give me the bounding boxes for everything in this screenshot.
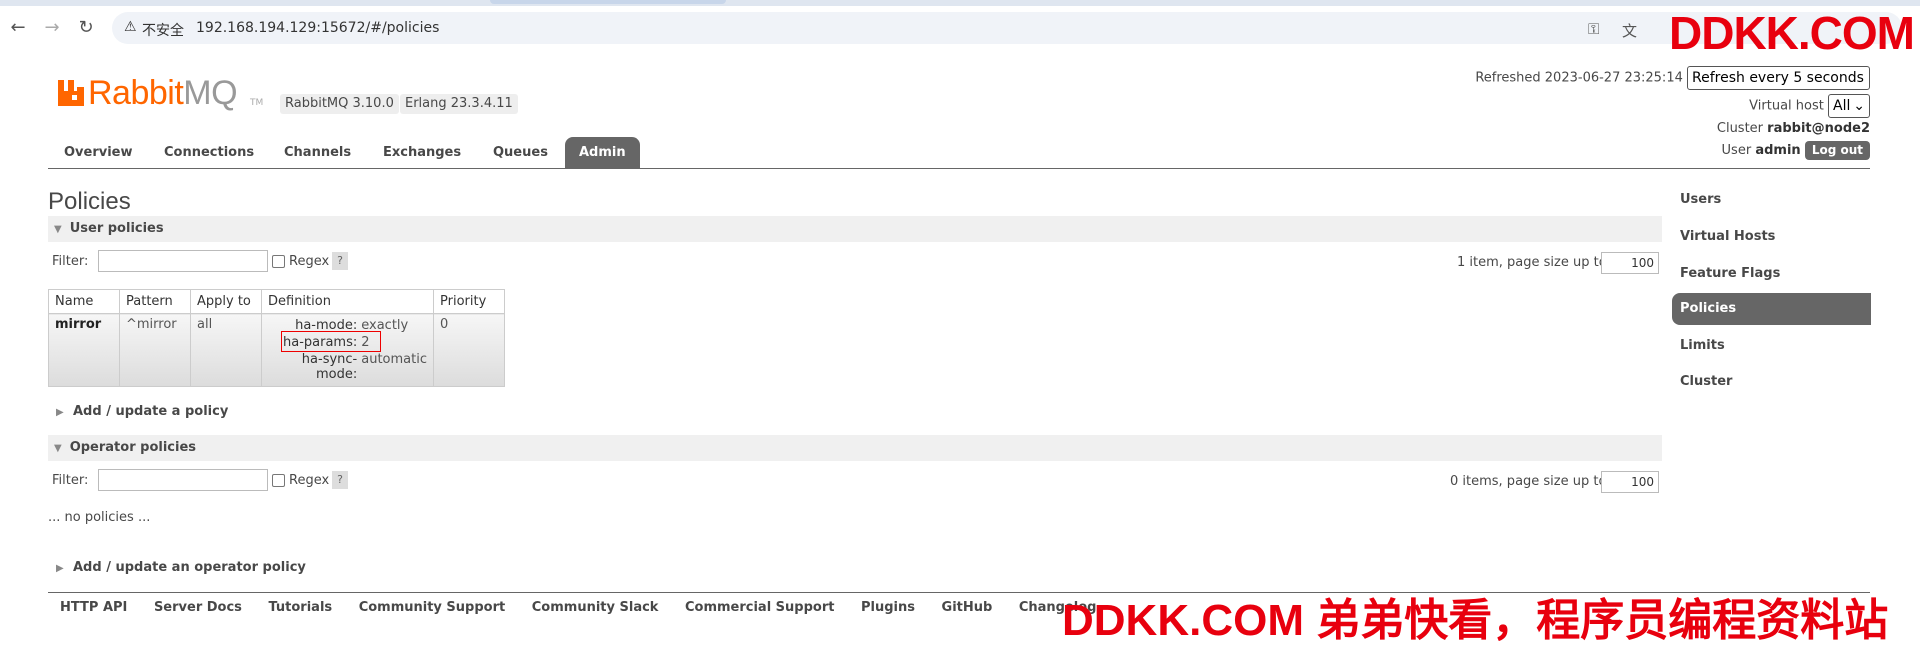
- tab-connections[interactable]: Connections: [150, 137, 268, 169]
- column-header[interactable]: Definition: [261, 289, 434, 314]
- browser-active-tab[interactable]: [490, 0, 726, 4]
- sidebar-item-virtual-hosts[interactable]: Virtual Hosts: [1672, 221, 1871, 253]
- footer-link-community-slack[interactable]: Community Slack: [532, 600, 659, 615]
- footer-link-community-support[interactable]: Community Support: [359, 600, 506, 615]
- regex-checkbox[interactable]: [272, 255, 285, 268]
- page-size-input[interactable]: 100: [1601, 471, 1659, 493]
- policy-apply-to: all: [190, 313, 262, 387]
- table-row[interactable]: mirror ^mirror all ha-mode: exactly ha-pa…: [48, 313, 505, 387]
- header-status: Refreshed 2023-06-27 23:25:14 Refresh ev…: [1450, 66, 1870, 166]
- security-label[interactable]: 不安全: [142, 20, 184, 40]
- key-icon[interactable]: ⚿: [1588, 20, 1599, 38]
- sidebar-item-policies[interactable]: Policies: [1672, 293, 1871, 325]
- page-size-input[interactable]: 100: [1601, 252, 1659, 274]
- refreshed-text: Refreshed 2023-06-27 23:25:14: [1475, 70, 1683, 86]
- column-header[interactable]: Name: [48, 289, 120, 314]
- logo-text: RabbitMQ: [88, 74, 238, 112]
- policy-name-link[interactable]: mirror: [48, 313, 120, 387]
- erlang-version-badge: Erlang 23.3.4.11: [400, 94, 518, 114]
- reload-icon[interactable]: ↻: [72, 14, 100, 42]
- sidebar-item-users[interactable]: Users: [1672, 184, 1871, 216]
- expand-triangle-icon: ▶: [56, 563, 64, 574]
- sidebar-item-feature-flags[interactable]: Feature Flags: [1672, 258, 1871, 290]
- tab-queues[interactable]: Queues: [479, 137, 562, 169]
- user-name: admin: [1755, 143, 1801, 158]
- logout-button[interactable]: Log out: [1804, 141, 1870, 160]
- filter-input[interactable]: [98, 469, 268, 491]
- browser-toolbar: ← → ↻ ⚠ 不安全 192.168.194.129:15672/#/poli…: [0, 0, 1920, 52]
- refresh-select[interactable]: Refresh every 5 seconds⌄: [1687, 66, 1870, 108]
- filter-label: Filter:: [52, 254, 89, 269]
- tab-channels[interactable]: Channels: [270, 137, 365, 169]
- footer-link-tutorials[interactable]: Tutorials: [268, 600, 332, 615]
- operator-policies-header[interactable]: ▼ Operator policies: [48, 435, 1662, 461]
- help-button[interactable]: ?: [332, 252, 348, 270]
- tab-overview[interactable]: Overview: [50, 137, 147, 169]
- vhost-label: Virtual host: [1749, 98, 1824, 114]
- add-operator-policy-toggle[interactable]: ▶ Add / update an operator policy: [56, 560, 306, 575]
- cluster-name: rabbit@node2: [1767, 121, 1870, 136]
- tab-divider: [48, 168, 1870, 169]
- page-title: Policies: [48, 188, 131, 215]
- collapse-triangle-icon: ▼: [54, 224, 62, 235]
- column-header[interactable]: Priority: [433, 289, 505, 314]
- policy-priority: 0: [433, 313, 505, 387]
- user-policies-header[interactable]: ▼ User policies: [48, 216, 1662, 242]
- rabbitmq-version-badge: RabbitMQ 3.10.0: [280, 94, 399, 114]
- footer-link-server-docs[interactable]: Server Docs: [154, 600, 242, 615]
- column-header[interactable]: Apply to: [190, 289, 262, 314]
- regex-label: Regex: [289, 254, 330, 269]
- footer-link-plugins[interactable]: Plugins: [861, 600, 915, 615]
- help-button[interactable]: ?: [332, 471, 348, 489]
- definition-key: ha-sync-mode:: [301, 352, 358, 382]
- logo-trademark: TM: [250, 98, 264, 108]
- vhost-select[interactable]: All ⌄: [1828, 94, 1870, 118]
- filter-label: Filter:: [52, 473, 89, 488]
- url-text[interactable]: 192.168.194.129:15672/#/policies: [196, 20, 439, 36]
- rabbit-logo-icon: [58, 80, 84, 106]
- footer-links: HTTP API Server Docs Tutorials Community…: [60, 600, 1118, 615]
- column-header[interactable]: Pattern: [119, 289, 191, 314]
- definition-value: automatic: [361, 352, 427, 367]
- back-icon[interactable]: ←: [4, 14, 32, 42]
- footer-link-github[interactable]: GitHub: [942, 600, 993, 615]
- footer-link-http-api[interactable]: HTTP API: [60, 600, 127, 615]
- page-info: 0 items, page size up to: [1450, 474, 1607, 489]
- page-info: 1 item, page size up to: [1457, 255, 1607, 270]
- footer-link-commercial-support[interactable]: Commercial Support: [685, 600, 835, 615]
- sidebar-item-limits[interactable]: Limits: [1672, 330, 1871, 362]
- highlight-box: [281, 331, 381, 352]
- watermark-bottom: DDKK.COM 弟弟快看，程序员编程资料站: [1062, 596, 1889, 645]
- regex-checkbox[interactable]: [272, 474, 285, 487]
- add-policy-toggle[interactable]: ▶ Add / update a policy: [56, 404, 228, 419]
- filter-input[interactable]: [98, 250, 268, 272]
- browser-tabstrip: [0, 0, 1920, 6]
- sidebar-item-cluster[interactable]: Cluster: [1672, 366, 1871, 398]
- empty-state: ... no policies ...: [48, 510, 151, 525]
- watermark-top: DDKK.COM: [1669, 7, 1915, 59]
- policy-pattern: ^mirror: [119, 313, 191, 387]
- collapse-triangle-icon: ▼: [54, 443, 62, 454]
- address-bar[interactable]: ⚠ 不安全 192.168.194.129:15672/#/policies ⚿…: [112, 12, 1902, 44]
- regex-label: Regex: [289, 473, 330, 488]
- tab-admin[interactable]: Admin: [565, 137, 640, 169]
- chevron-down-icon: ⌄: [1853, 98, 1865, 114]
- policies-table: Name Pattern Apply to Definition Priorit…: [48, 289, 505, 387]
- forward-icon[interactable]: →: [38, 14, 66, 42]
- user-label: User: [1721, 143, 1752, 158]
- cluster-label: Cluster: [1716, 121, 1764, 136]
- tab-exchanges[interactable]: Exchanges: [369, 137, 475, 169]
- expand-triangle-icon: ▶: [56, 407, 64, 418]
- warning-icon[interactable]: ⚠: [124, 19, 137, 35]
- translate-icon[interactable]: 文: [1622, 20, 1637, 41]
